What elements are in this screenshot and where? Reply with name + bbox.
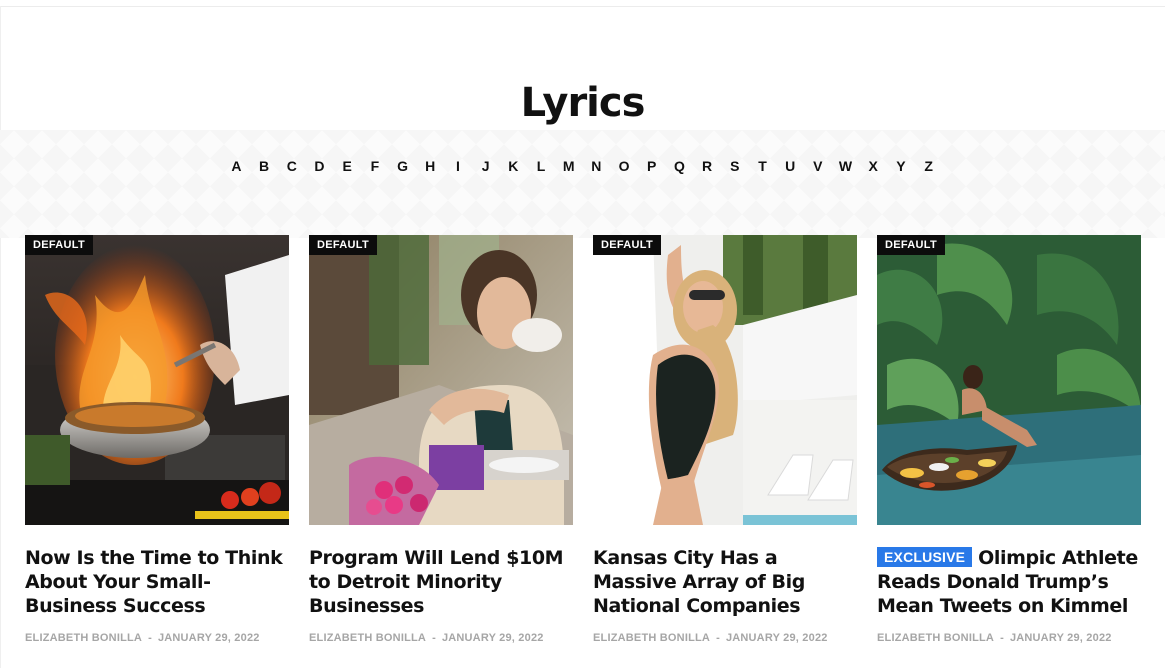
alphabet-letter-v[interactable]: V: [804, 158, 832, 174]
article-card-2: DEFAULT Program Will Lend $10M to Detroi…: [309, 235, 573, 644]
top-divider: [0, 6, 1165, 7]
meta-separator: -: [1000, 632, 1004, 644]
alphabet-letter-l[interactable]: L: [527, 158, 555, 174]
alphabet-letter-t[interactable]: T: [749, 158, 777, 174]
post-date: JANUARY 29, 2022: [1009, 632, 1112, 644]
alphabet-filter: ABCDEFGHIJKLMNOPQRSTUVWXYZ: [0, 158, 1165, 174]
article-card-1: DEFAULT Now Is the Time to Think About Y…: [25, 235, 289, 644]
alphabet-letter-p[interactable]: P: [638, 158, 666, 174]
article-meta: ELIZABETH BONILLA - JANUARY 29, 2022: [593, 632, 857, 644]
alphabet-letter-s[interactable]: S: [721, 158, 749, 174]
meta-separator: -: [432, 632, 436, 644]
alphabet-letter-k[interactable]: K: [499, 158, 527, 174]
post-date: JANUARY 29, 2022: [441, 632, 544, 644]
alphabet-letter-h[interactable]: H: [416, 158, 444, 174]
woman-swimsuit-poolside-image: [593, 235, 857, 525]
author-name[interactable]: ELIZABETH BONILLA: [593, 632, 710, 644]
article-meta: ELIZABETH BONILLA - JANUARY 29, 2022: [25, 632, 289, 644]
article-title-text[interactable]: Now Is the Time to Think About Your Smal…: [25, 547, 283, 617]
alphabet-letter-z[interactable]: Z: [915, 158, 943, 174]
meta-separator: -: [716, 632, 720, 644]
article-thumbnail[interactable]: DEFAULT: [877, 235, 1141, 525]
article-meta: ELIZABETH BONILLA - JANUARY 29, 2022: [309, 632, 573, 644]
category-badge[interactable]: DEFAULT: [593, 235, 662, 255]
article-title[interactable]: Now Is the Time to Think About Your Smal…: [25, 546, 289, 618]
alphabet-letter-b[interactable]: B: [250, 158, 278, 174]
alphabet-letter-i[interactable]: I: [444, 158, 472, 174]
woman-drinking-coffee-image: [309, 235, 573, 525]
article-title[interactable]: Kansas City Has a Massive Array of Big N…: [593, 546, 857, 618]
article-title[interactable]: Program Will Lend $10M to Detroit Minori…: [309, 546, 573, 618]
article-card-3: DEFAULT Kansas City Has a Massive Array …: [593, 235, 857, 644]
alphabet-letter-d[interactable]: D: [306, 158, 334, 174]
category-badge[interactable]: DEFAULT: [309, 235, 378, 255]
alphabet-letter-g[interactable]: G: [389, 158, 417, 174]
article-meta: ELIZABETH BONILLA - JANUARY 29, 2022: [877, 632, 1141, 644]
woman-floating-breakfast-image: [877, 235, 1141, 525]
alphabet-letter-j[interactable]: J: [472, 158, 500, 174]
alphabet-letter-q[interactable]: Q: [666, 158, 694, 174]
page-title: Lyrics: [520, 80, 646, 126]
alphabet-letter-m[interactable]: M: [555, 158, 583, 174]
alphabet-letter-f[interactable]: F: [361, 158, 389, 174]
article-thumbnail[interactable]: DEFAULT: [309, 235, 573, 525]
category-badge[interactable]: DEFAULT: [877, 235, 946, 255]
alphabet-letter-w[interactable]: W: [832, 158, 860, 174]
article-title-text[interactable]: Program Will Lend $10M to Detroit Minori…: [309, 547, 564, 617]
header-pattern-background: [0, 130, 1165, 238]
author-name[interactable]: ELIZABETH BONILLA: [309, 632, 426, 644]
article-card-4: DEFAULT EXCLUSIVE Olimpic Athlete Reads D…: [877, 235, 1141, 644]
alphabet-letter-e[interactable]: E: [333, 158, 361, 174]
category-badge[interactable]: DEFAULT: [25, 235, 94, 255]
article-thumbnail[interactable]: DEFAULT: [25, 235, 289, 525]
author-name[interactable]: ELIZABETH BONILLA: [25, 632, 142, 644]
article-title-text[interactable]: Kansas City Has a Massive Array of Big N…: [593, 547, 805, 617]
alphabet-letter-n[interactable]: N: [583, 158, 611, 174]
alphabet-letter-a[interactable]: A: [223, 158, 251, 174]
alphabet-letter-r[interactable]: R: [693, 158, 721, 174]
post-date: JANUARY 29, 2022: [725, 632, 828, 644]
meta-separator: -: [148, 632, 152, 644]
alphabet-letter-u[interactable]: U: [776, 158, 804, 174]
alphabet-letter-y[interactable]: Y: [887, 158, 915, 174]
cooking-flames-image: [25, 235, 289, 525]
article-thumbnail[interactable]: DEFAULT: [593, 235, 857, 525]
alphabet-letter-x[interactable]: X: [859, 158, 887, 174]
article-title[interactable]: EXCLUSIVE Olimpic Athlete Reads Donald Tr…: [877, 546, 1141, 618]
alphabet-letter-o[interactable]: O: [610, 158, 638, 174]
exclusive-label[interactable]: EXCLUSIVE: [877, 547, 973, 567]
author-name[interactable]: ELIZABETH BONILLA: [877, 632, 994, 644]
alphabet-letter-c[interactable]: C: [278, 158, 306, 174]
post-date: JANUARY 29, 2022: [157, 632, 260, 644]
